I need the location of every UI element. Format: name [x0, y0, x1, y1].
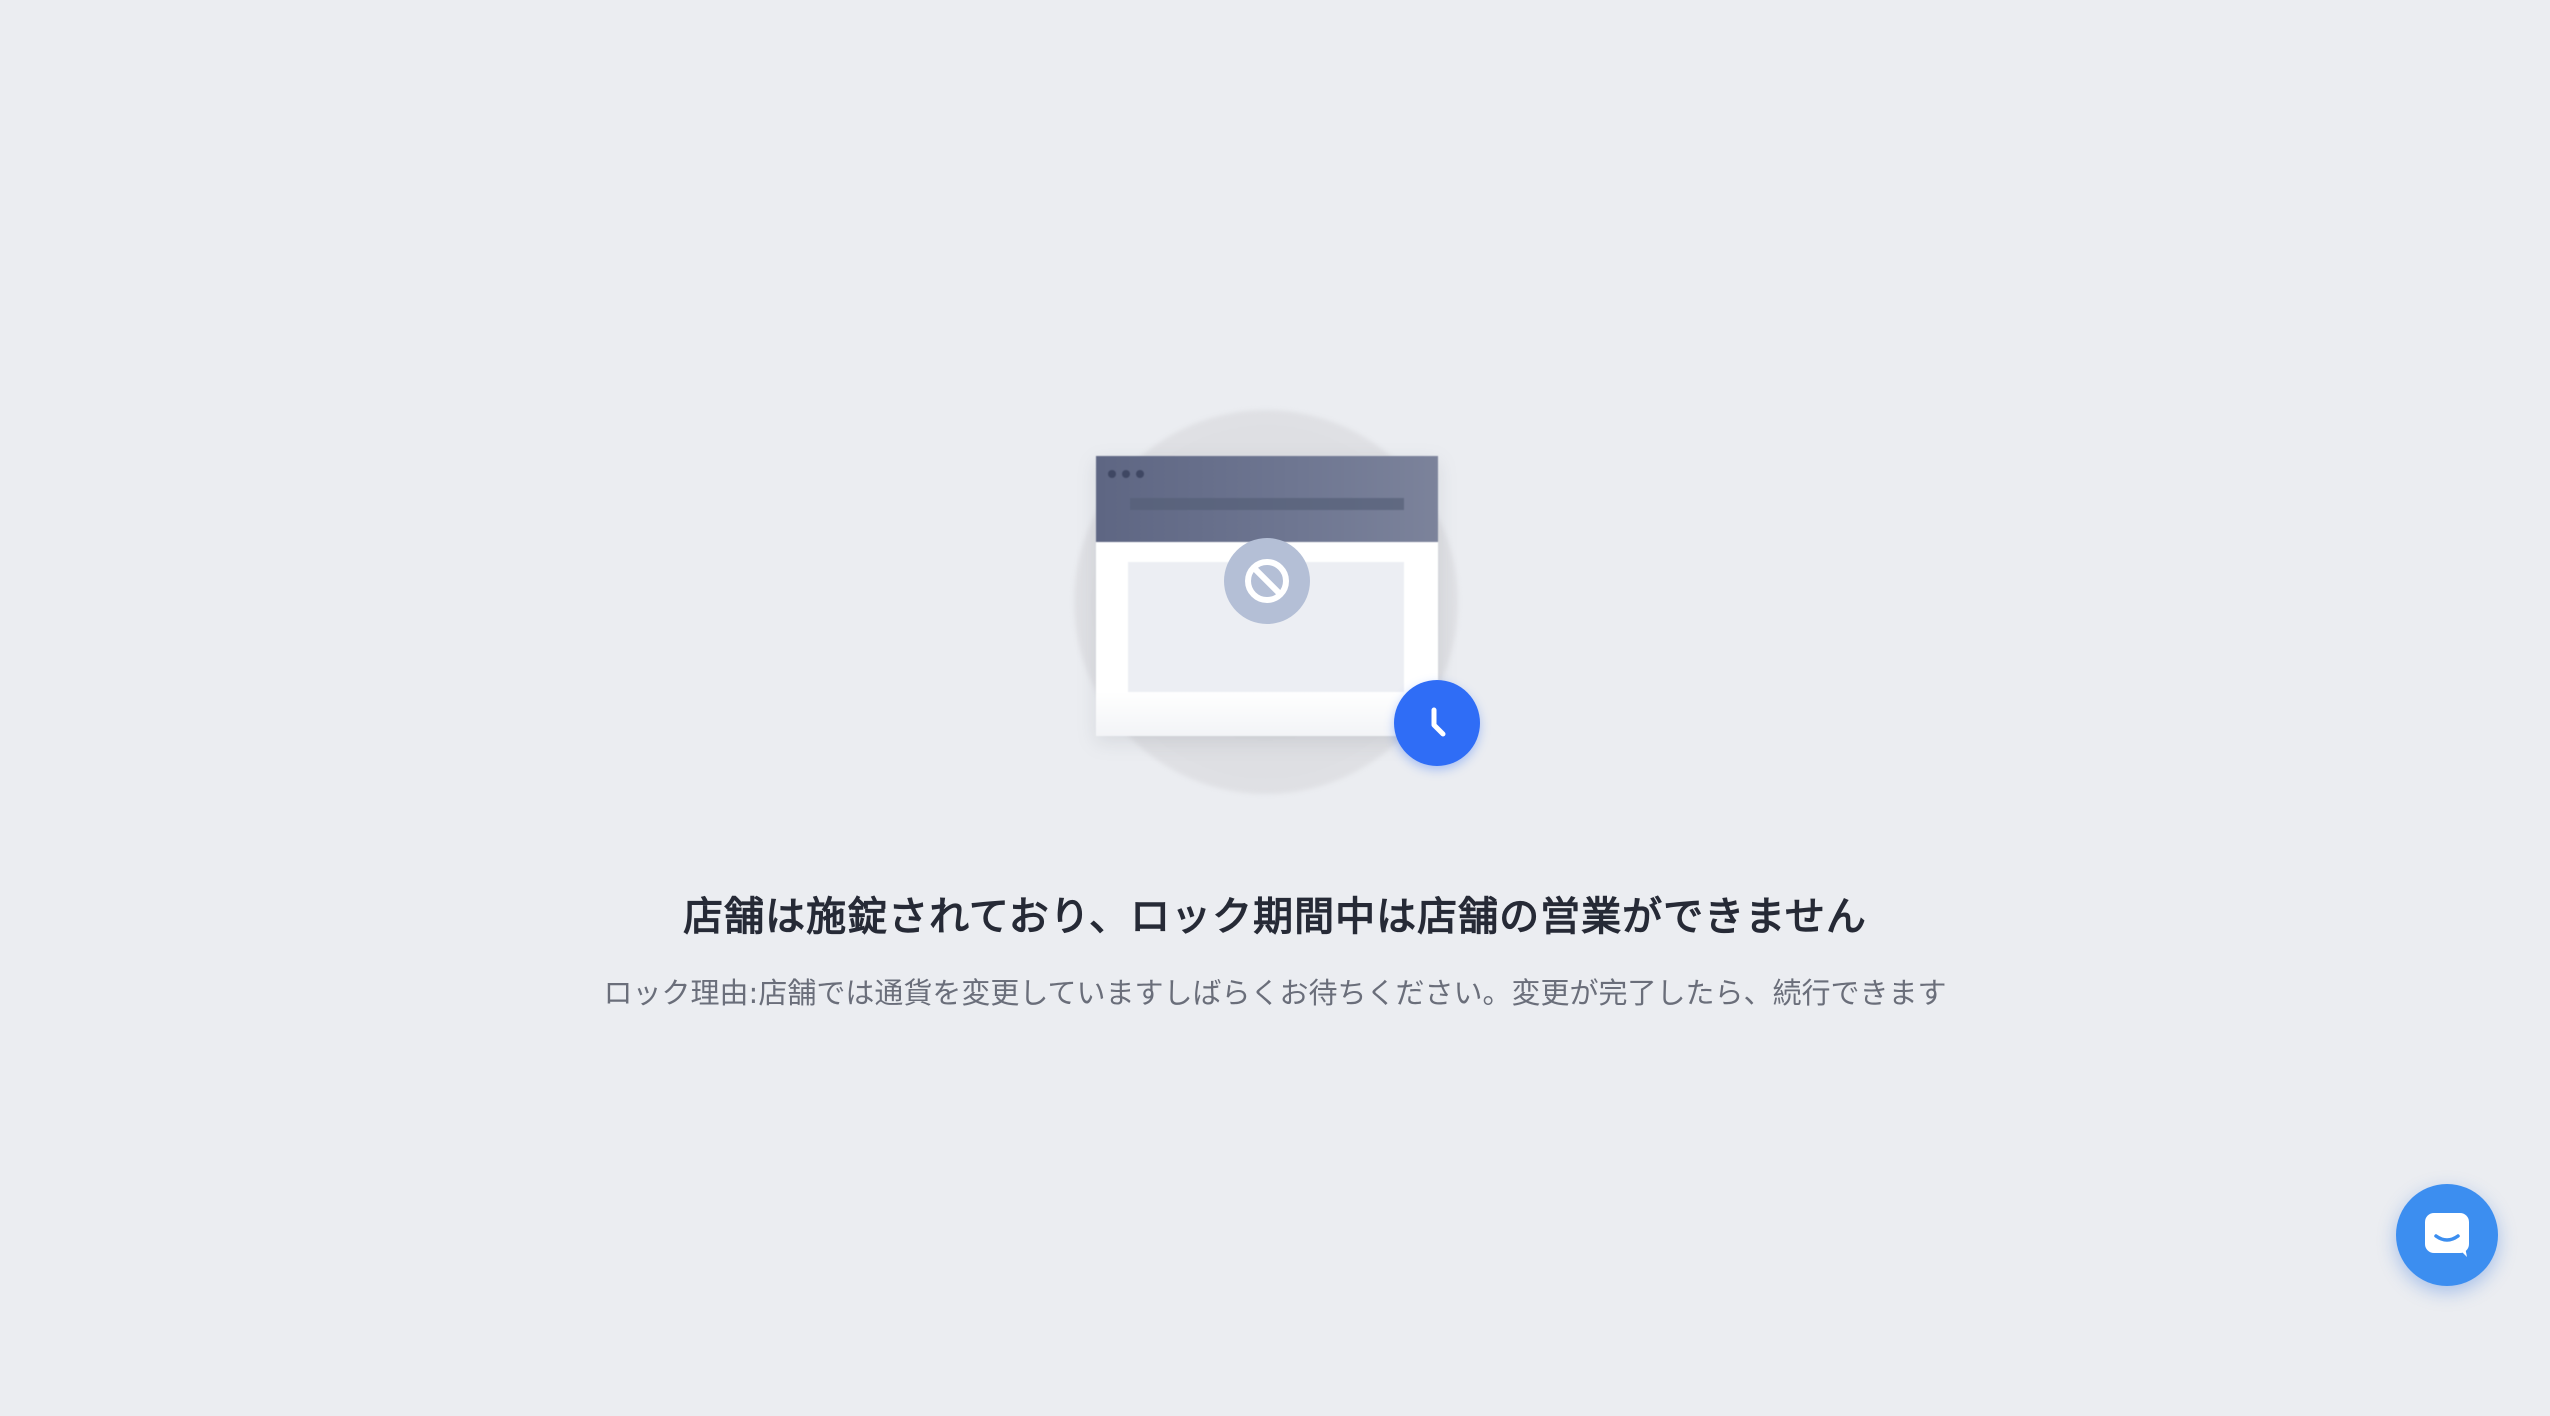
- window-dot: [1136, 470, 1144, 478]
- browser-address-bar: [1130, 498, 1404, 510]
- window-dot: [1108, 470, 1116, 478]
- window-dot: [1122, 470, 1130, 478]
- lock-reason: ロック理由:店舗では通貨を変更していますしばらくお待ちください。変更が完了したら…: [603, 976, 1947, 1010]
- chat-bubble-icon: [2425, 1213, 2469, 1257]
- browser-window-footer: [1096, 692, 1438, 736]
- browser-window-dots: [1108, 470, 1144, 478]
- clock-icon: [1394, 680, 1480, 766]
- lock-title: 店舗は施錠されており、ロック期間中は店舗の営業ができません: [683, 894, 1867, 940]
- store-locked-page: 店舗は施錠されており、ロック期間中は店舗の営業ができません ロック理由:店舗では…: [0, 0, 2550, 1416]
- browser-window-titlebar: [1096, 456, 1438, 542]
- chat-widget-button[interactable]: [2396, 1184, 2498, 1286]
- store-locked-illustration: [1070, 410, 1490, 800]
- no-entry-icon: [1224, 538, 1310, 624]
